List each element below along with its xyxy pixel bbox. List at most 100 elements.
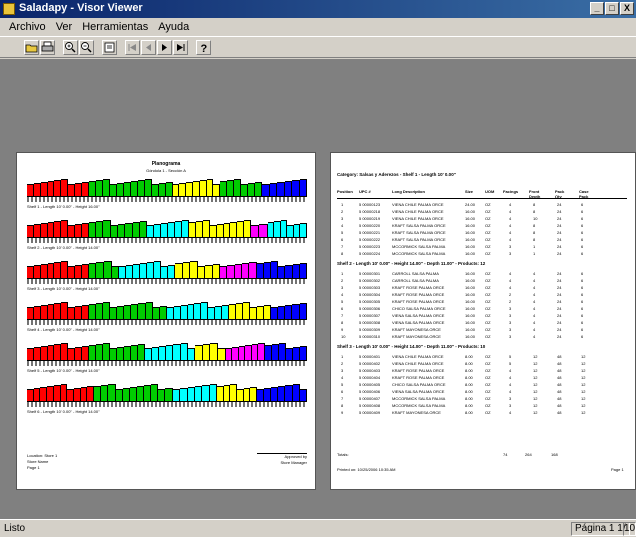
product-facing — [263, 305, 271, 319]
product-facing — [61, 179, 69, 196]
app-icon — [3, 3, 15, 15]
table-cell: 4 — [509, 216, 512, 221]
product-facing — [81, 305, 89, 319]
table-cell: 8 — [533, 223, 536, 228]
table-cell: OZ — [485, 327, 491, 332]
preview-area[interactable]: Planograma Góndola 1 - Sección A Shelf 1… — [0, 59, 636, 519]
product-facing — [167, 307, 174, 319]
product-facing — [202, 344, 211, 360]
menu-archivo[interactable]: Archivo — [4, 21, 51, 33]
table-cell: 24 — [557, 327, 562, 332]
product-facing — [81, 223, 89, 237]
print-icon[interactable] — [40, 39, 55, 55]
table-cell: 24 — [557, 285, 562, 290]
zoom-out-icon[interactable] — [79, 39, 94, 55]
product-facing — [272, 344, 279, 360]
table-cell: 24 — [557, 334, 562, 339]
menu-ayuda[interactable]: Ayuda — [153, 21, 194, 33]
help-icon[interactable]: ? — [196, 39, 211, 55]
product-facing — [126, 265, 134, 278]
product-facing — [27, 266, 34, 278]
table-cell: OZ — [485, 410, 491, 415]
menu-ver[interactable]: Ver — [51, 21, 78, 33]
minimize-button[interactable]: _ — [590, 2, 604, 15]
maximize-button[interactable]: □ — [605, 2, 619, 15]
table-cell: 12 — [581, 389, 586, 394]
table-cell: 8.00 — [465, 389, 473, 394]
product-facing — [33, 347, 41, 360]
product-facing — [124, 305, 132, 319]
table-cell: 16.00 — [465, 285, 476, 290]
last-page-icon[interactable] — [173, 39, 188, 55]
product-facing — [205, 265, 213, 278]
table-row: 8 5 00000308 VIENA SALSA PALMA ORCE 16.00 OZ… — [337, 319, 627, 326]
table-row: 8 5 00000224 MCCORMICK SALSA PALMA 16.00 OZ 3… — [337, 250, 627, 257]
product-facing — [292, 304, 300, 319]
table-cell: 3 — [341, 216, 344, 221]
product-facing — [47, 181, 55, 196]
table-cell: 4 — [533, 334, 536, 339]
table-cell: 10 — [533, 216, 538, 221]
table-cell: 6 — [581, 251, 584, 256]
shelf-band — [27, 299, 307, 325]
table-cell: OZ — [485, 209, 491, 214]
zoom-in-icon[interactable] — [63, 39, 78, 55]
open-icon[interactable] — [24, 39, 39, 55]
product-facing — [186, 182, 193, 196]
table-cell: 5 00000407 — [359, 396, 381, 401]
table-cell: OZ — [485, 292, 491, 297]
close-button[interactable]: X — [620, 2, 634, 15]
product-facing — [144, 348, 152, 360]
product-facing — [271, 261, 279, 278]
table-cell: 6 — [581, 237, 584, 242]
product-facing — [33, 388, 41, 401]
product-facing — [187, 387, 195, 401]
product-facing — [189, 222, 197, 237]
product-facing — [129, 387, 137, 401]
product-facing — [103, 220, 111, 237]
table-cell: 24 — [557, 202, 562, 207]
table-cell: 5 — [341, 230, 344, 235]
product-facing — [284, 181, 293, 196]
table-row: 1 5 00000123 VIENA CHILE PALMA ORCE 24.00 OZ… — [337, 201, 627, 208]
product-facing — [27, 225, 34, 237]
table-cell: 8 — [533, 237, 536, 242]
table-row: 7 5 00000407 MCCORMICK SALSA PALMA 8.00 OZ 3 1… — [337, 395, 627, 402]
product-facing — [108, 384, 116, 401]
table-cell: 7 — [341, 313, 344, 318]
product-facing — [182, 262, 191, 278]
product-facing — [140, 221, 148, 237]
table-cell: VIENA CHILE PALMA ORCE — [392, 216, 444, 221]
product-facing — [61, 343, 69, 360]
table-cell: 12 — [533, 361, 538, 366]
table-cell: 16.00 — [465, 327, 476, 332]
menu-herramientas[interactable]: Herramientas — [77, 21, 153, 33]
product-facing — [212, 264, 221, 278]
table-cell: OZ — [485, 299, 491, 304]
table-cell: 4 — [533, 306, 536, 311]
product-facing — [119, 266, 127, 278]
table-cell: 3 — [509, 334, 512, 339]
export-icon[interactable] — [102, 39, 117, 55]
table-cell: 6 — [581, 334, 584, 339]
window-title: Saladapy - Visor Viewer — [19, 2, 143, 14]
shelf-band — [27, 217, 307, 243]
product-facing — [95, 303, 103, 319]
table-cell: CHICO SALSA PALMA ORCE — [392, 306, 446, 311]
table-cell: 2 — [341, 278, 344, 283]
product-facing — [102, 343, 110, 360]
table-cell: VIENA CHILE PALMA ORCE — [392, 361, 444, 366]
product-facing — [67, 389, 75, 401]
table-cell: KRAFT SALSA PALMA ORCE — [392, 237, 446, 242]
table-row: 10 5 00000310 KRAFT MAYONESA ORCE 16.00 OZ 3 4… — [337, 333, 627, 340]
prev-page-icon[interactable] — [141, 39, 156, 55]
table-cell: 4 — [341, 292, 344, 297]
table-cell: 3 — [341, 285, 344, 290]
next-page-icon[interactable] — [157, 39, 172, 55]
table-cell: 5 — [341, 299, 344, 304]
table-cell: 24 — [557, 223, 562, 228]
first-page-icon[interactable] — [125, 39, 140, 55]
table-cell: 5 00000406 — [359, 389, 381, 394]
table-cell: OZ — [485, 306, 491, 311]
table-cell: 4 — [509, 230, 512, 235]
